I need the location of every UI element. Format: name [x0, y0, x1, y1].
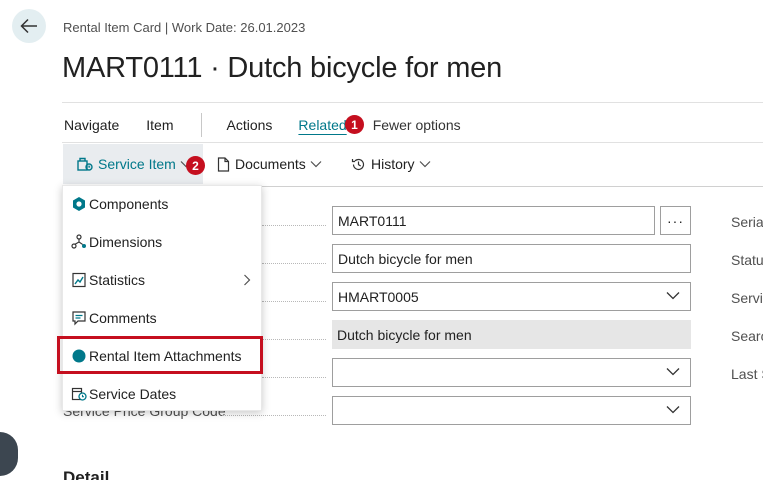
no-field[interactable]: MART0111 — [332, 206, 655, 235]
highlight-box — [57, 336, 263, 374]
menu-item-components[interactable]: Components — [63, 186, 263, 222]
chevron-down-icon — [419, 160, 431, 168]
statistics-icon — [69, 272, 89, 288]
documents-menu-button[interactable]: Documents — [217, 144, 322, 184]
field-leader-dots — [262, 225, 326, 226]
field-leader-dots — [262, 301, 326, 302]
action-tabs: Navigate Item Actions Related Fewer opti… — [62, 113, 461, 137]
status-label: Status — [731, 252, 763, 268]
menu-item-comments[interactable]: Comments — [63, 300, 263, 336]
service-item-label: Service Item — [98, 156, 176, 172]
service-item-icon — [77, 157, 93, 172]
step-badge-2: 2 — [186, 156, 205, 175]
service-item-dropdown-menu: Components Dimensions Statistics Comment… — [62, 185, 262, 411]
service-item-menu-button[interactable]: Service Item — [63, 144, 203, 184]
tab-related[interactable]: Related — [298, 117, 346, 133]
menu-item-label: Service Dates — [89, 386, 177, 402]
back-button[interactable] — [12, 9, 46, 43]
menu-item-label: Dimensions — [89, 234, 163, 250]
item-no-value: HMART0005 — [338, 288, 419, 305]
document-icon — [217, 156, 230, 172]
dimensions-icon — [69, 234, 89, 250]
item-description-field: Dutch bicycle for men — [332, 320, 691, 349]
header-divider — [62, 102, 763, 103]
item-no-dropdown[interactable]: HMART0005 — [332, 282, 691, 311]
service-dates-icon — [69, 386, 89, 402]
avatar[interactable] — [0, 432, 18, 476]
chevron-down-icon — [666, 367, 680, 376]
tab-navigate[interactable]: Navigate — [64, 117, 119, 133]
documents-label: Documents — [235, 156, 306, 172]
chevron-right-icon — [243, 274, 251, 286]
history-label: History — [371, 156, 415, 172]
tab-actions[interactable]: Actions — [227, 117, 273, 133]
fewer-options-button[interactable]: Fewer options — [373, 117, 461, 133]
service-label: Servic — [731, 290, 763, 306]
menu-item-dimensions[interactable]: Dimensions — [63, 224, 263, 260]
service-price-group-dropdown[interactable] — [332, 396, 691, 425]
menu-item-label: Statistics — [89, 272, 146, 288]
tab-item[interactable]: Item — [146, 117, 173, 133]
history-menu-button[interactable]: History — [351, 144, 431, 184]
breadcrumb: Rental Item Card | Work Date: 26.01.2023 — [63, 20, 306, 35]
search-label: Searc — [731, 328, 763, 344]
menu-item-statistics[interactable]: Statistics — [63, 262, 263, 298]
empty-dropdown-field[interactable] — [332, 358, 691, 387]
field-leader-dots — [262, 339, 326, 340]
menu-item-label: Comments — [89, 310, 157, 326]
components-icon — [69, 196, 89, 212]
history-icon — [351, 157, 366, 172]
description-field[interactable]: Dutch bicycle for men — [332, 244, 691, 273]
chevron-down-icon — [310, 160, 322, 168]
field-leader-dots — [222, 415, 326, 416]
menu-item-service-dates[interactable]: Service Dates — [63, 376, 263, 412]
field-leader-dots — [262, 263, 326, 264]
tab-separator — [200, 113, 202, 137]
page-title: MART0111 · Dutch bicycle for men — [62, 52, 503, 84]
detail-section-heading: Detail — [63, 468, 110, 480]
arrow-left-icon — [20, 18, 38, 34]
step-badge-1: 1 — [345, 115, 364, 134]
field-leader-dots — [262, 377, 326, 378]
chevron-down-icon — [666, 291, 680, 300]
menu-item-label: Components — [89, 196, 169, 212]
comments-icon — [69, 310, 89, 326]
last-service-label: Last S — [731, 366, 763, 382]
serial-no-label: Serial — [731, 214, 763, 230]
lookup-ellipsis-button[interactable]: ··· — [660, 206, 691, 235]
chevron-down-icon — [666, 405, 680, 414]
